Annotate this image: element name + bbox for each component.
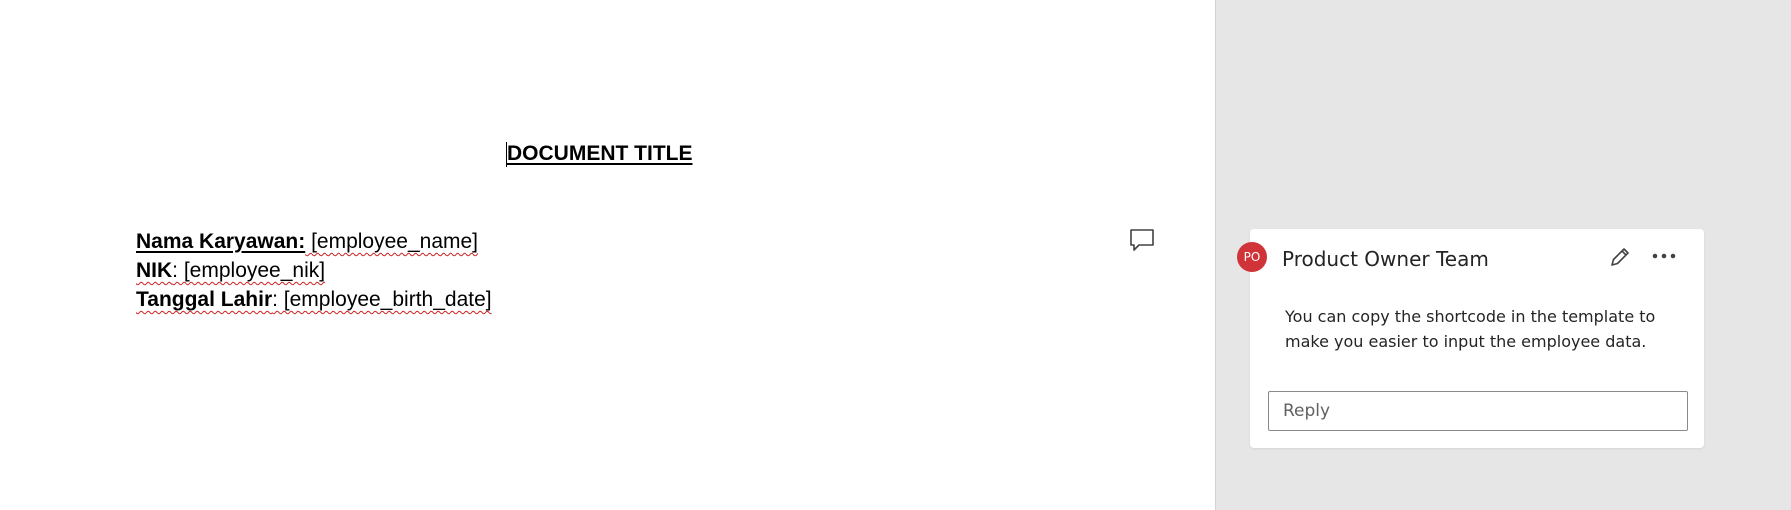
field-label: NIK [136,259,173,282]
more-options-icon[interactable] [1648,244,1680,268]
field-label: Nama Karyawan: [136,230,306,253]
field-employee-name[interactable]: Nama Karyawan: [employee_name] [136,228,478,256]
comment-author: Product Owner Team [1282,247,1489,271]
document-page[interactable]: DOCUMENT TITLE Nama Karyawan: [employee_… [0,0,1214,510]
comment-icon[interactable] [1128,227,1156,253]
field-employee-nik[interactable]: NIK: [employee_nik] [136,257,325,285]
comment-text: You can copy the shortcode in the templa… [1285,307,1656,351]
reply-input[interactable] [1268,391,1688,431]
field-label: Tanggal Lahir [136,288,273,311]
field-employee-birth-date[interactable]: Tanggal Lahir: [employee_birth_date] [136,286,492,314]
field-value: : [employee_nik] [172,259,326,282]
document-title[interactable]: DOCUMENT TITLE [507,140,692,168]
pencil-icon[interactable] [1607,244,1633,270]
field-value: [employee_name] [305,230,479,253]
avatar: PO [1237,242,1267,272]
field-value: : [employee_birth_date] [272,288,492,311]
